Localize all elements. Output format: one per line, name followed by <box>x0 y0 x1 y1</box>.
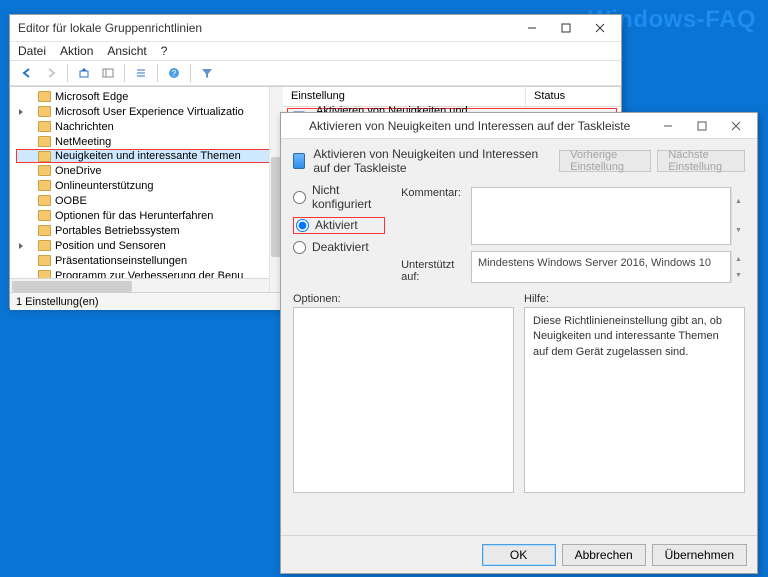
dlg-maximize-button[interactable] <box>685 115 719 137</box>
tree-item-label: Optionen für das Herunterfahren <box>55 210 213 222</box>
tree-item[interactable]: Optionen für das Herunterfahren <box>16 208 281 223</box>
help-box[interactable]: Diese Richtlinieneinstellung gibt an, ob… <box>524 307 745 493</box>
help-label: Hilfe: <box>524 293 745 305</box>
dialog-heading: Aktivieren von Neuigkeiten und Interesse… <box>313 147 551 175</box>
folder-icon <box>38 240 51 251</box>
tree-item[interactable]: Neuigkeiten und interessante Themen <box>16 149 281 163</box>
radio-on-label: Aktiviert <box>315 218 358 232</box>
toolbar-sep <box>190 64 191 82</box>
dialog-title: Aktivieren von Neuigkeiten und Interesse… <box>309 119 630 133</box>
comment-label: Kommentar: <box>401 187 461 199</box>
dialog-titlebar[interactable]: Aktivieren von Neuigkeiten und Interesse… <box>281 113 757 139</box>
tree-item[interactable]: Nachrichten <box>16 119 281 134</box>
folder-icon <box>38 106 51 117</box>
folder-icon <box>38 165 51 176</box>
ok-button[interactable]: OK <box>482 544 556 566</box>
comment-textbox[interactable] <box>471 187 731 245</box>
list-button[interactable] <box>130 63 152 83</box>
folder-icon <box>38 180 51 191</box>
window-title: Editor für lokale Gruppenrichtlinien <box>18 21 202 35</box>
options-box[interactable] <box>293 307 514 493</box>
svg-text:?: ? <box>172 69 177 78</box>
toolbar-sep <box>67 64 68 82</box>
col-status[interactable]: Status <box>526 87 621 106</box>
minimize-button[interactable] <box>515 17 549 39</box>
tree-h-scrollbar[interactable] <box>10 278 283 292</box>
comment-scrollbar[interactable]: ▲▼ <box>731 187 745 245</box>
folder-icon <box>38 91 51 102</box>
toolbar-sep <box>157 64 158 82</box>
supported-textbox: Mindestens Windows Server 2016, Windows … <box>471 251 731 283</box>
menubar: Datei Aktion Ansicht ? <box>10 41 621 60</box>
maximize-button[interactable] <box>549 17 583 39</box>
dlg-minimize-button[interactable] <box>651 115 685 137</box>
folder-icon <box>38 151 51 162</box>
radio-off-label: Deaktiviert <box>312 240 369 254</box>
folder-icon <box>38 121 51 132</box>
radio-disabled[interactable]: Deaktiviert <box>293 240 385 254</box>
dlg-close-button[interactable] <box>719 115 753 137</box>
menu-help[interactable]: ? <box>161 44 168 58</box>
prev-setting-button[interactable]: Vorherige Einstellung <box>559 150 651 172</box>
show-hide-tree-button[interactable] <box>97 63 119 83</box>
dialog-icon <box>289 119 303 133</box>
tree-item[interactable]: OOBE <box>16 193 281 208</box>
filter-button[interactable] <box>196 63 218 83</box>
list-header: Einstellung Status <box>283 87 621 107</box>
folder-icon <box>38 195 51 206</box>
tree-item[interactable]: Microsoft User Experience Virtualizatio <box>16 104 281 119</box>
menu-view[interactable]: Ansicht <box>107 44 146 58</box>
tree-item-label: Microsoft User Experience Virtualizatio <box>55 106 244 118</box>
tree-item-label: Programm zur Verbesserung der Benu <box>55 270 243 279</box>
toolbar-sep <box>124 64 125 82</box>
tree-item[interactable]: Onlineunterstützung <box>16 178 281 193</box>
close-button[interactable] <box>583 17 617 39</box>
supported-scrollbar[interactable]: ▲▼ <box>731 251 745 283</box>
cancel-button[interactable]: Abbrechen <box>562 544 646 566</box>
folder-icon <box>38 210 51 221</box>
tree-item[interactable]: Präsentationseinstellungen <box>16 253 281 268</box>
tree-item-label: OneDrive <box>55 165 101 177</box>
state-radios: Nicht konfiguriert Aktiviert Deaktiviert <box>293 183 385 254</box>
gpedit-titlebar[interactable]: Editor für lokale Gruppenrichtlinien <box>10 15 621 41</box>
folder-icon <box>38 270 51 278</box>
tree-pane[interactable]: Microsoft Edge Microsoft User Experience … <box>10 87 282 278</box>
radio-enabled[interactable]: Aktiviert <box>293 217 385 234</box>
folder-icon <box>38 255 51 266</box>
tree-item-label: Neuigkeiten und interessante Themen <box>55 150 241 162</box>
tree-item[interactable]: Programm zur Verbesserung der Benu <box>16 268 281 278</box>
col-setting[interactable]: Einstellung <box>283 87 526 106</box>
supported-label: Unterstützt auf: <box>401 259 461 283</box>
forward-button[interactable] <box>40 63 62 83</box>
tree-item-label: Microsoft Edge <box>55 91 128 103</box>
tree-item-label: Präsentationseinstellungen <box>55 255 187 267</box>
policy-dialog: Aktivieren von Neuigkeiten und Interesse… <box>280 112 758 574</box>
next-setting-button[interactable]: Nächste Einstellung <box>657 150 745 172</box>
radio-not-configured[interactable]: Nicht konfiguriert <box>293 183 385 211</box>
up-button[interactable] <box>73 63 95 83</box>
tree-item[interactable]: Position und Sensoren <box>16 238 281 253</box>
tree-item[interactable]: NetMeeting <box>16 134 281 149</box>
tree-item-label: NetMeeting <box>55 136 111 148</box>
tree-item-label: OOBE <box>55 195 87 207</box>
help-button[interactable]: ? <box>163 63 185 83</box>
tree-item-label: Portables Betriebssystem <box>55 225 180 237</box>
options-label: Optionen: <box>293 293 514 305</box>
menu-action[interactable]: Aktion <box>60 44 93 58</box>
dialog-footer: OK Abbrechen Übernehmen <box>281 535 757 573</box>
folder-icon <box>38 136 51 147</box>
tree-item-label: Onlineunterstützung <box>55 180 153 192</box>
heading-icon <box>293 153 305 169</box>
tree-item[interactable]: Microsoft Edge <box>16 89 281 104</box>
tree-item-label: Nachrichten <box>55 121 114 133</box>
folder-icon <box>38 225 51 236</box>
back-button[interactable] <box>16 63 38 83</box>
apply-button[interactable]: Übernehmen <box>652 544 747 566</box>
tree-item[interactable]: OneDrive <box>16 163 281 178</box>
tree-item[interactable]: Portables Betriebssystem <box>16 223 281 238</box>
menu-file[interactable]: Datei <box>18 44 46 58</box>
radio-not-label: Nicht konfiguriert <box>312 183 385 211</box>
tree-item-label: Position und Sensoren <box>55 240 166 252</box>
toolbar: ? <box>10 60 621 86</box>
